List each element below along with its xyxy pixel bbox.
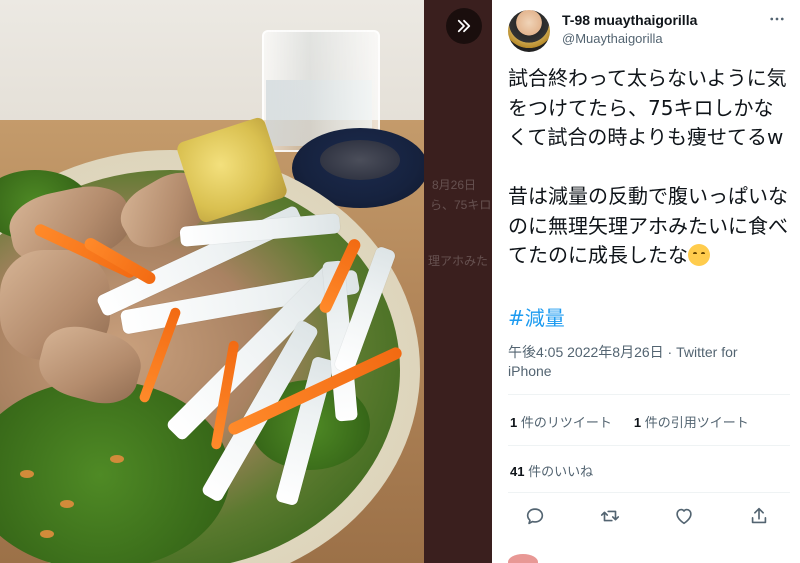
- photo-overlay-text: 理アホみた: [428, 254, 489, 268]
- double-chevron-right-icon: [457, 19, 471, 33]
- likes-stat[interactable]: 41 件のいいね: [510, 461, 593, 480]
- photo-overlay-text: 8月26日: [432, 178, 477, 192]
- share-button[interactable]: [746, 503, 772, 529]
- photo-shallot: [60, 500, 74, 508]
- avatar[interactable]: [508, 10, 550, 52]
- retweet-icon: [600, 510, 619, 522]
- tweet-actions: [522, 503, 772, 529]
- like-count: 41: [510, 464, 525, 479]
- retweets-stat[interactable]: 1 件のリツイート: [510, 412, 612, 431]
- retweet-button[interactable]: [597, 503, 623, 529]
- hashtag-link[interactable]: #減量: [508, 302, 565, 331]
- tweet-text: 試合終わって太らないように気をつけてたら、75キロしかなくて試合の時よりも痩せて…: [508, 64, 790, 271]
- retweet-count: 1: [510, 415, 518, 430]
- tweet-time[interactable]: 午後4:05: [508, 344, 563, 360]
- relieved-face-icon: [688, 244, 710, 266]
- tweet-body: 試合終わって太らないように気をつけてたら、75キロしかなくて試合の時よりも痩せて…: [508, 66, 788, 267]
- quote-count: 1: [633, 415, 642, 430]
- author-name[interactable]: T-98 muaythaigorilla: [562, 12, 697, 28]
- quote-label: 件の引用ツイート: [644, 415, 749, 430]
- divider: [508, 394, 790, 395]
- photo-shallot: [20, 470, 34, 478]
- tweet-date[interactable]: 2022年8月26日: [567, 344, 664, 360]
- expand-button[interactable]: [446, 8, 482, 44]
- tweet-detail-panel: T-98 muaythaigorilla @Muaythaigorilla 試合…: [492, 0, 800, 563]
- author-handle[interactable]: @Muaythaigorilla: [562, 31, 663, 46]
- photo-small-bowl-inner: [320, 140, 400, 180]
- reply-icon: [526, 508, 544, 525]
- meta-separator: ·: [667, 344, 673, 360]
- next-reply-avatar: [508, 554, 538, 563]
- photo-shallot: [110, 455, 124, 463]
- photo-overlay-text: ら、75キロ: [430, 198, 492, 212]
- photo-shallot: [40, 530, 54, 538]
- like-label: 件のいいね: [528, 464, 594, 479]
- quotes-stat[interactable]: 1 件の引用ツイート: [634, 412, 749, 431]
- divider: [508, 445, 790, 446]
- like-button[interactable]: [671, 503, 697, 529]
- tweet-meta: 午後4:05 2022年8月26日 · Twitter for iPhone: [508, 343, 778, 381]
- more-horizontal-icon: [770, 17, 784, 21]
- divider: [508, 492, 790, 493]
- photo-side-shadow: [424, 0, 492, 563]
- retweet-label: 件のリツイート: [520, 415, 612, 430]
- tweet-photo[interactable]: [0, 0, 424, 563]
- share-icon: [751, 507, 767, 524]
- reply-button[interactable]: [522, 503, 548, 529]
- more-options-button[interactable]: [768, 10, 786, 33]
- heart-icon: [676, 508, 693, 525]
- engagement-stats: 1 件のリツイート 1 件の引用ツイート: [510, 412, 749, 431]
